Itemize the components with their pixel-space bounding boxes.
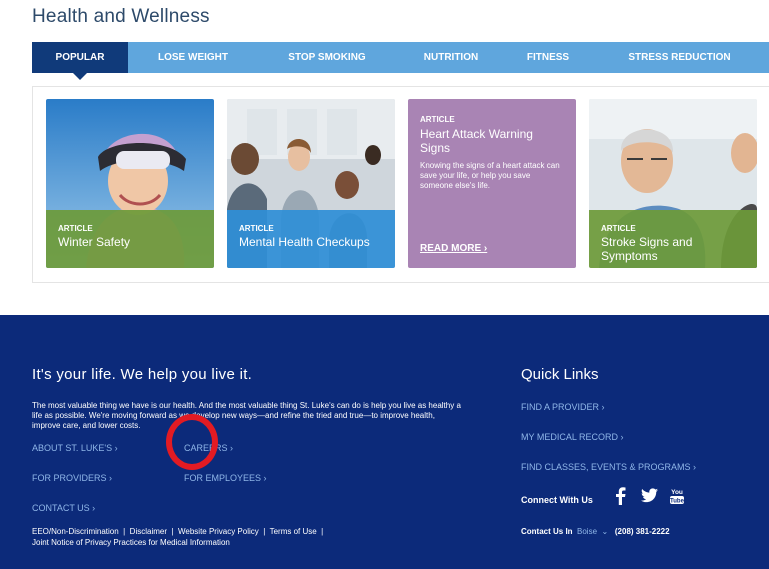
card-caption: ARTICLE Mental Health Checkups: [227, 210, 395, 268]
card-title: Winter Safety: [58, 235, 131, 249]
highlight-circle-annotation: [166, 414, 218, 470]
read-more-link[interactable]: READ MORE ›: [420, 243, 487, 254]
quick-links-title: Quick Links: [521, 366, 599, 383]
card-title: Heart Attack Warning Signs: [420, 127, 533, 155]
article-card-stroke-signs[interactable]: ARTICLE Stroke Signs and Symptoms: [589, 99, 757, 268]
disclaimer-link[interactable]: Disclaimer: [130, 527, 167, 536]
topic-tabs: POPULAR LOSE WEIGHT STOP SMOKING NUTRITI…: [32, 42, 769, 80]
contact-phone[interactable]: (208) 381-2222: [615, 527, 670, 536]
tab-nutrition[interactable]: NUTRITION: [396, 42, 506, 73]
legal-links: EEO/Non-Discrimination | Disclaimer | We…: [32, 527, 324, 547]
tab-stop-smoking[interactable]: STOP SMOKING: [258, 42, 396, 73]
facebook-icon[interactable]: [614, 487, 626, 505]
card-kind: ARTICLE: [601, 224, 636, 233]
card-kind: ARTICLE: [420, 115, 455, 124]
twitter-icon[interactable]: [641, 488, 658, 503]
classes-events-link[interactable]: FIND CLASSES, EVENTS & PROGRAMS ›: [521, 462, 696, 472]
for-providers-link[interactable]: FOR PROVIDERS ›: [32, 473, 112, 483]
chevron-down-icon[interactable]: ⌄: [599, 527, 608, 536]
card-description: Knowing the signs of a heart attack can …: [420, 161, 560, 190]
connect-label: Connect With Us: [521, 495, 593, 505]
contact-us-link[interactable]: CONTACT US ›: [32, 503, 95, 513]
articles-panel: ARTICLE Winter Safety ARTICLE Mental Hea…: [32, 86, 769, 283]
privacy-policy-link[interactable]: Website Privacy Policy: [178, 527, 259, 536]
article-card-heart-attack[interactable]: ARTICLE Heart Attack Warning Signs Knowi…: [408, 99, 576, 268]
site-footer: It's your life. We help you live it. The…: [0, 315, 769, 569]
medical-record-link[interactable]: MY MEDICAL RECORD ›: [521, 432, 624, 442]
tab-fitness[interactable]: FITNESS: [506, 42, 590, 73]
youtube-icon[interactable]: You Tube: [669, 487, 685, 505]
card-caption: ARTICLE Winter Safety: [46, 210, 214, 268]
card-title: Stroke Signs and Symptoms: [601, 235, 693, 263]
article-card-mental-health[interactable]: ARTICLE Mental Health Checkups: [227, 99, 395, 268]
contact-label: Contact Us In: [521, 527, 573, 536]
find-provider-link[interactable]: FIND A PROVIDER ›: [521, 402, 605, 412]
city-select[interactable]: Boise: [577, 527, 597, 536]
svg-text:Tube: Tube: [670, 499, 685, 505]
eeo-link[interactable]: EEO/Non-Discrimination: [32, 527, 119, 536]
svg-text:You: You: [671, 489, 683, 496]
section-title: Health and Wellness: [32, 6, 210, 27]
article-card-winter-safety[interactable]: ARTICLE Winter Safety: [46, 99, 214, 268]
card-caption: ARTICLE Stroke Signs and Symptoms: [589, 210, 757, 268]
footer-headline: It's your life. We help you live it.: [32, 366, 253, 383]
for-employees-link[interactable]: FOR EMPLOYEES ›: [184, 473, 267, 483]
tab-popular[interactable]: POPULAR: [32, 42, 128, 80]
card-kind: ARTICLE: [239, 224, 274, 233]
contact-row: Contact Us In Boise ⌄ (208) 381-2222: [521, 527, 670, 536]
footer-blurb: The most valuable thing we have is our h…: [32, 401, 461, 430]
tab-stress-reduction[interactable]: STRESS REDUCTION: [590, 42, 769, 73]
card-kind: ARTICLE: [58, 224, 93, 233]
terms-link[interactable]: Terms of Use: [270, 527, 317, 536]
about-link[interactable]: ABOUT ST. LUKE'S ›: [32, 443, 118, 453]
card-title: Mental Health Checkups: [239, 235, 370, 249]
tab-lose-weight[interactable]: LOSE WEIGHT: [128, 42, 258, 73]
privacy-notice-link[interactable]: Joint Notice of Privacy Practices for Me…: [32, 538, 230, 547]
